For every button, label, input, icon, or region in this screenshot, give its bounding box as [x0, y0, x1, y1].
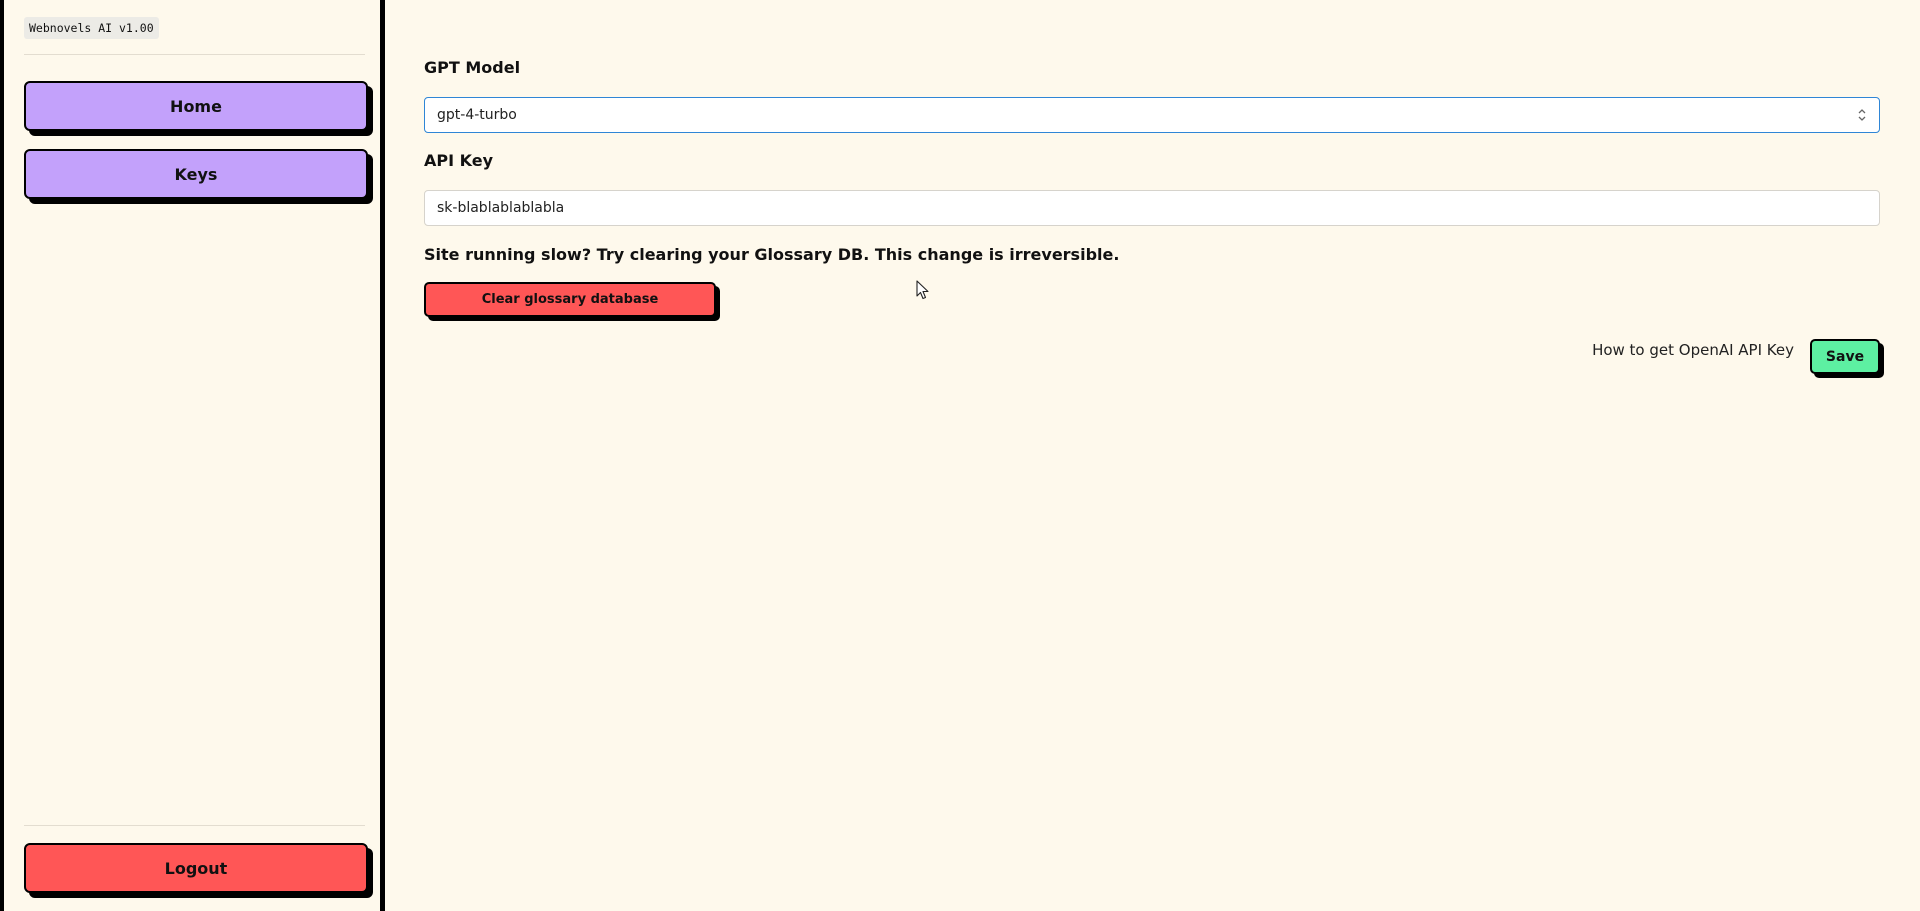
- sidebar-item-label: Keys: [174, 164, 218, 184]
- api-key-input[interactable]: sk-blablablablabla: [424, 190, 1880, 226]
- chevron-up-down-icon: [1857, 107, 1867, 123]
- save-button-label: Save: [1825, 348, 1865, 365]
- app-root: Webnovels AI v1.00 Home Keys Logout GPT …: [0, 0, 1920, 911]
- sidebar-item-keys[interactable]: Keys: [24, 149, 368, 199]
- howto-api-key-link[interactable]: How to get OpenAI API Key: [1592, 341, 1794, 359]
- gpt-model-select[interactable]: gpt-4-turbo: [424, 97, 1880, 133]
- sidebar-divider-bottom: [24, 825, 365, 826]
- gpt-model-label: GPT Model: [424, 58, 521, 77]
- mouse-pointer-icon: [916, 280, 929, 300]
- settings-panel: GPT Model gpt-4-turbo API Key sk-blablab…: [424, 0, 1880, 911]
- gpt-model-select-value: gpt-4-turbo: [437, 107, 517, 123]
- sidebar: Webnovels AI v1.00 Home Keys Logout: [0, 0, 385, 911]
- sidebar-item-label: Home: [170, 96, 222, 116]
- glossary-warning-text: Site running slow? Try clearing your Glo…: [424, 245, 1120, 264]
- api-key-label: API Key: [424, 151, 494, 170]
- api-key-input-value: sk-blablablablabla: [437, 200, 565, 216]
- clear-glossary-button[interactable]: Clear glossary database: [424, 282, 716, 317]
- version-badge: Webnovels AI v1.00: [24, 17, 159, 39]
- sidebar-item-home[interactable]: Home: [24, 81, 368, 131]
- sidebar-divider-top: [24, 54, 365, 55]
- logout-button[interactable]: Logout: [24, 843, 368, 893]
- save-button[interactable]: Save: [1810, 339, 1880, 374]
- logout-button-label: Logout: [164, 858, 228, 878]
- clear-glossary-button-label: Clear glossary database: [481, 292, 659, 307]
